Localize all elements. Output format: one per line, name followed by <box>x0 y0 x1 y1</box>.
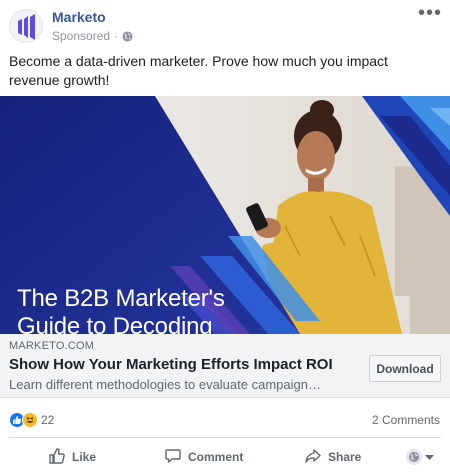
link-preview[interactable]: MARKETO.COM Show How Your Marketing Effo… <box>0 334 450 398</box>
meta-separator: · <box>114 29 119 43</box>
marketo-logo[interactable] <box>9 9 43 43</box>
profile-globe-icon <box>406 449 422 465</box>
comments-count-link[interactable]: 2 Comments <box>372 413 440 427</box>
share-label: Share <box>328 450 362 464</box>
share-button[interactable]: Share <box>304 440 361 474</box>
sponsored-label[interactable]: Sponsored <box>52 29 110 43</box>
actions-divider <box>9 437 441 438</box>
reaction-icons[interactable] <box>9 412 38 428</box>
reactions-row: 22 2 Comments <box>0 404 450 434</box>
audience-selector[interactable] <box>406 440 434 474</box>
caret-down-icon <box>425 450 434 464</box>
post-actions-bar: Like Comment Share <box>0 440 450 474</box>
link-domain: MARKETO.COM <box>9 340 95 352</box>
post-header: Marketo Sponsored · ••• <box>0 0 450 48</box>
comment-icon <box>164 447 182 468</box>
comment-button[interactable]: Comment <box>164 440 243 474</box>
thumbs-up-icon <box>48 447 66 468</box>
link-title[interactable]: Show How Your Marketing Efforts Impact R… <box>9 356 333 373</box>
globe-icon <box>122 30 133 42</box>
like-button[interactable]: Like <box>48 440 96 474</box>
share-arrow-icon <box>304 447 322 468</box>
post-meta: Sponsored · <box>52 29 133 43</box>
post-text: Become a data-driven marketer. Prove how… <box>9 53 388 88</box>
haha-reaction-icon <box>22 412 38 428</box>
ad-creative-image[interactable]: The B2B Marketer's Guide to Decoding Met… <box>0 96 450 334</box>
like-label: Like <box>72 450 97 464</box>
more-options-button[interactable]: ••• <box>418 3 442 26</box>
download-button[interactable]: Download <box>369 355 441 382</box>
ad-headline: The B2B Marketer's Guide to Decoding Met… <box>17 285 225 334</box>
reaction-count[interactable]: 22 <box>41 413 54 427</box>
page-name-link[interactable]: Marketo <box>52 9 106 25</box>
link-description: Learn different methodologies to evaluat… <box>9 377 321 392</box>
comment-label: Comment <box>188 450 244 464</box>
